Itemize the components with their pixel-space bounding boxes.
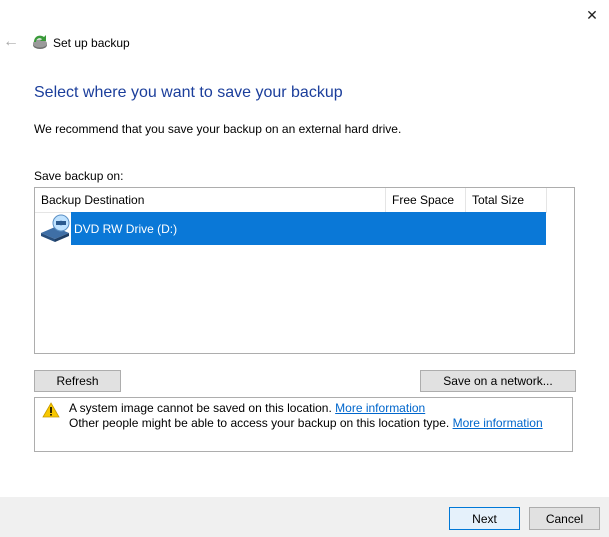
- more-information-link-2[interactable]: More information: [453, 416, 543, 430]
- back-button[interactable]: ←: [2, 33, 20, 51]
- warning-text-2: Other people might be able to access you…: [69, 416, 450, 430]
- list-header: Backup Destination Free Space Total Size: [35, 188, 547, 213]
- back-arrow-icon: ←: [3, 33, 19, 50]
- backup-app-icon: [33, 35, 47, 49]
- warning-line-2: Other people might be able to access you…: [69, 416, 543, 430]
- close-icon: ✕: [586, 6, 598, 23]
- recommendation-text: We recommend that you save your backup o…: [34, 122, 402, 136]
- window-title: Set up backup: [53, 36, 130, 50]
- close-button[interactable]: ✕: [578, 2, 606, 28]
- save-backup-on-label: Save backup on:: [34, 169, 124, 183]
- warning-panel: A system image cannot be saved on this l…: [34, 397, 573, 452]
- warning-text-1: A system image cannot be saved on this l…: [69, 401, 332, 415]
- destination-name: DVD RW Drive (D:): [74, 222, 178, 236]
- save-on-network-button[interactable]: Save on a network...: [420, 370, 576, 392]
- page-heading: Select where you want to save your backu…: [34, 84, 343, 101]
- list-item-dvd-drive[interactable]: DVD RW Drive (D:): [71, 212, 546, 245]
- column-header-free-space[interactable]: Free Space: [386, 188, 466, 212]
- next-button[interactable]: Next: [449, 507, 520, 530]
- column-header-destination[interactable]: Backup Destination: [35, 188, 386, 212]
- warning-icon: [42, 402, 60, 418]
- refresh-button[interactable]: Refresh: [34, 370, 121, 392]
- warning-line-1: A system image cannot be saved on this l…: [69, 401, 425, 415]
- backup-destination-list[interactable]: Backup Destination Free Space Total Size…: [34, 187, 575, 354]
- more-information-link-1[interactable]: More information: [335, 401, 425, 415]
- dvd-drive-icon: [41, 214, 70, 242]
- column-header-total-size[interactable]: Total Size: [466, 188, 547, 212]
- cancel-button[interactable]: Cancel: [529, 507, 600, 530]
